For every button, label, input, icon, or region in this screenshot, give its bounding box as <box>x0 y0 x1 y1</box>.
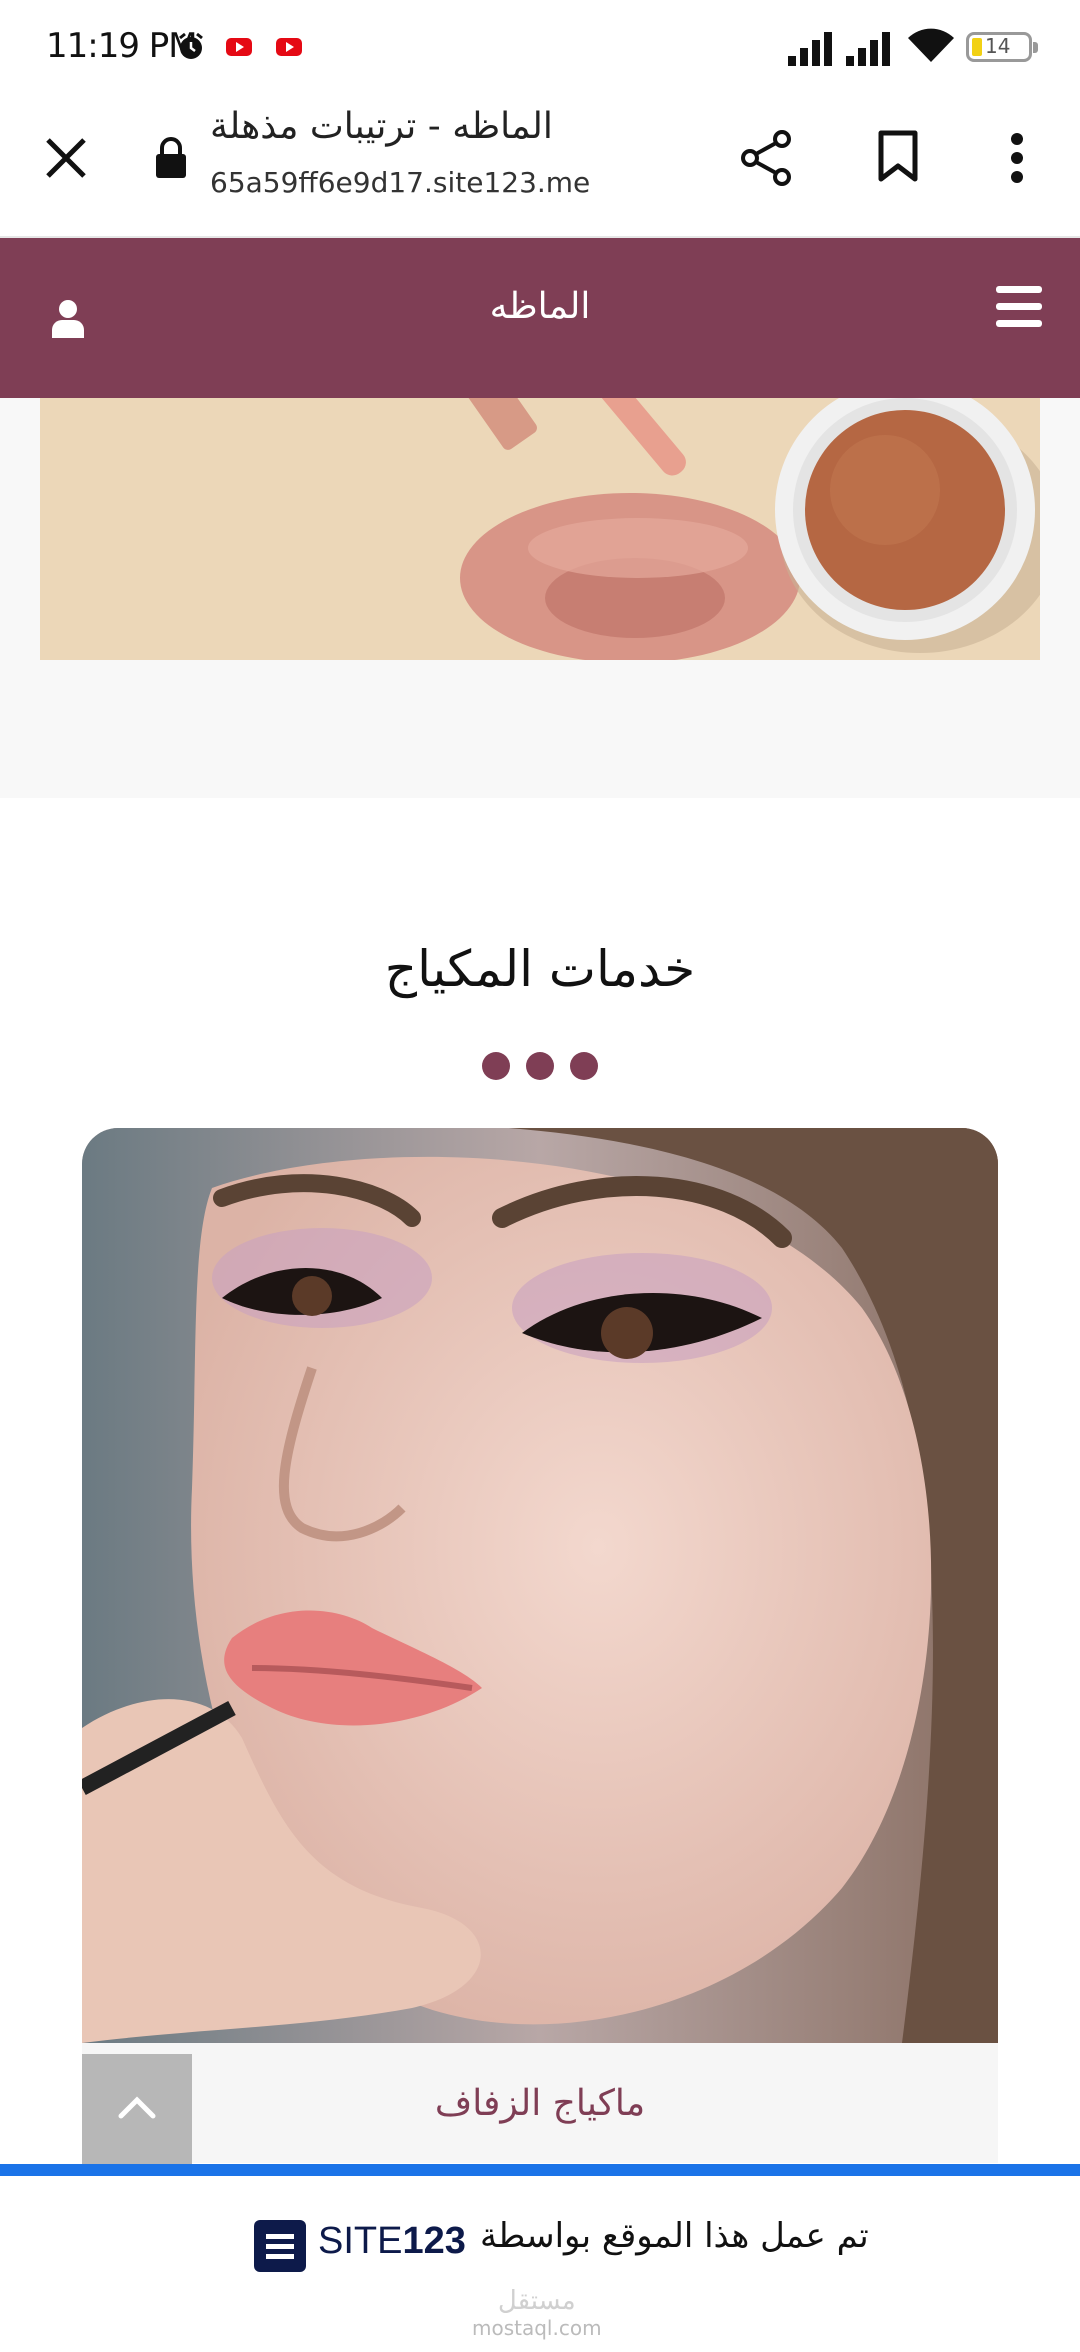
back-to-top-button[interactable] <box>82 2054 192 2164</box>
status-time: 11:19 PM <box>46 26 198 66</box>
menu-icon[interactable] <box>996 286 1046 332</box>
alarm-icon <box>179 32 203 59</box>
makeup-products-image <box>40 398 1040 660</box>
hero-section <box>0 398 1080 798</box>
youtube-icon <box>226 38 252 56</box>
battery-icon: 14 <box>966 32 1038 62</box>
signal-icon <box>846 32 890 66</box>
youtube-icon <box>276 38 302 56</box>
share-icon[interactable] <box>740 130 792 186</box>
bookmark-icon[interactable] <box>878 130 918 182</box>
signal-icon <box>788 32 832 66</box>
page-url[interactable]: 65a59ff6e9d17.site123.me <box>210 166 590 199</box>
site123-logo-icon <box>254 2220 306 2272</box>
watermark: مستقل mostaql.com <box>472 2286 602 2340</box>
battery-level: 14 <box>985 34 1011 58</box>
service-card-wedding-makeup[interactable]: ماكياج الزفاف <box>82 1128 998 2163</box>
makeup-model-image <box>82 1128 998 2043</box>
section-divider-dots <box>482 1052 602 1082</box>
close-icon[interactable] <box>42 134 90 182</box>
wifi-icon <box>908 28 954 63</box>
page-title: الماظه - ترتيبات مذهلة <box>210 106 553 147</box>
service-caption[interactable]: ماكياج الزفاف <box>82 2083 998 2124</box>
chevron-up-icon <box>118 2096 156 2119</box>
lock-icon <box>156 137 186 178</box>
browser-toolbar: الماظه - ترتيبات مذهلة 65a59ff6e9d17.sit… <box>0 96 1080 238</box>
site-header: الماظه <box>0 238 1080 398</box>
site123-wordmark: SITE123 <box>318 2220 466 2262</box>
site123-logo[interactable]: SITE123 <box>254 2214 474 2274</box>
more-vert-icon[interactable] <box>1010 132 1024 184</box>
credit-text: تم عمل هذا الموقع بواسطة <box>480 2216 869 2256</box>
status-bar: 11:19 PM 14 <box>0 0 1080 96</box>
site-credit-bar[interactable]: SITE123 تم عمل هذا الموقع بواسطة مستقل m… <box>0 2164 1080 2352</box>
services-title: خدمات المكياج <box>384 940 696 998</box>
site-name[interactable]: الماظه <box>0 286 1080 327</box>
